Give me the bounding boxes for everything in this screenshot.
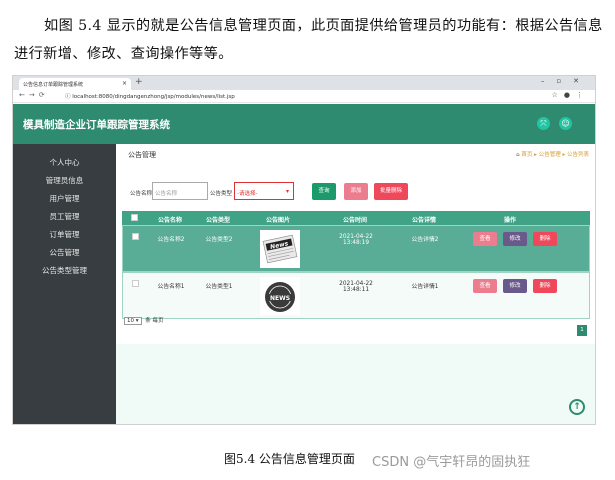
page-number-button[interactable]: 1	[577, 325, 587, 336]
type-selected: -请选择-	[237, 191, 258, 197]
browser-window: 公告信息订单跟踪管理系统 × + –▫✕ ←→⟳ ⓘ localhost:808…	[12, 75, 596, 425]
view-button[interactable]: 查看	[473, 232, 497, 246]
new-tab-icon[interactable]: +	[135, 77, 143, 87]
select-all-checkbox[interactable]	[131, 214, 138, 221]
row-checkbox[interactable]	[132, 280, 139, 287]
app-title: 模具制造企业订单跟踪管理系统	[23, 119, 170, 131]
notice-time: 2021-04-22 13:48:19	[339, 234, 373, 246]
sidebar-item-notice-types[interactable]: 公告类型管理	[13, 262, 116, 280]
figure-caption: 图5.4 公告信息管理页面	[224, 452, 355, 466]
news-badge-icon: NEWS	[260, 277, 300, 315]
watermark: CSDN @气宇轩昂的固执狂	[372, 455, 531, 470]
sidebar-item-label: 管理员信息	[45, 176, 84, 185]
batch-delete-button[interactable]: 批量删除	[374, 183, 408, 200]
close-icon[interactable]: ×	[122, 80, 127, 87]
name-placeholder: 公告名称	[155, 191, 178, 197]
name-search-input[interactable]: 公告名称	[152, 182, 208, 200]
query-button[interactable]: 查询	[312, 183, 336, 200]
type-label: 公告类型	[210, 191, 233, 197]
notice-type: 公告类型1	[205, 284, 233, 290]
sidebar: 个人中心 管理员信息 用户管理 员工管理 订单管理 公告管理 公告类型管理	[13, 144, 116, 424]
column-header: 公告详情	[411, 217, 436, 224]
table-header: 公告名称 公告类型 公告图片 公告时间 公告详情 操作	[122, 211, 590, 225]
notice-time: 2021-04-22 13:48:11	[339, 281, 373, 293]
column-header: 公告图片	[265, 217, 290, 224]
url-text: localhost:8080/dingdangenzhong/jsp/modul…	[72, 94, 235, 100]
browser-tab[interactable]: 公告信息订单跟踪管理系统 ×	[19, 78, 131, 90]
main-panel: 公告管理 ⌂ 首页 ▸ 公告管理 ▸ 公告列表 公告名称 公告名称 公告类型 -…	[116, 144, 595, 344]
sidebar-item-staff[interactable]: 员工管理	[13, 208, 116, 226]
add-button[interactable]: 添加	[344, 183, 368, 200]
fullscreen-icon[interactable]: ⤧	[537, 117, 550, 130]
home-icon[interactable]: ⌂	[516, 152, 520, 158]
notice-detail: 公告详情1	[411, 284, 439, 290]
table-row: 公告名称1 公告类型1 NEWS 2021-04-22 13:48:11 公告详…	[122, 272, 590, 319]
notice-name: 公告名称1	[157, 284, 185, 290]
page-size: 10	[127, 318, 134, 324]
edit-button[interactable]: 修改	[503, 232, 527, 246]
browser-tabbar: 公告信息订单跟踪管理系统 × + –▫✕	[13, 76, 595, 90]
sidebar-item-label: 公告类型管理	[42, 266, 87, 275]
page-size-select[interactable]: 10 ▾	[124, 317, 142, 325]
delete-button[interactable]: 删除	[533, 279, 557, 293]
column-header: 公告名称	[157, 217, 182, 224]
url-field[interactable]: ⓘ localhost:8080/dingdangenzhong/jsp/mod…	[65, 92, 235, 100]
app-header: 模具制造企业订单跟踪管理系统 ⤧ ☺	[13, 104, 595, 144]
table-row: 公告名称2 公告类型2 News 2021-04-22 13:48:19 公告详…	[122, 225, 590, 272]
edit-button[interactable]: 修改	[503, 279, 527, 293]
notice-detail: 公告详情2	[411, 237, 439, 243]
breadcrumb-home[interactable]: 首页	[521, 152, 532, 158]
news-badge-image: NEWS	[260, 277, 300, 315]
chevron-down-icon: ▾	[285, 188, 289, 195]
page-title: 公告管理	[128, 151, 156, 159]
sidebar-item-label: 员工管理	[49, 212, 80, 221]
sidebar-item-label: 公告管理	[49, 248, 80, 257]
sidebar-item-label: 个人中心	[49, 158, 80, 167]
notice-type: 公告类型2	[205, 237, 233, 243]
breadcrumb-level1[interactable]: 公告管理	[539, 152, 561, 158]
delete-button[interactable]: 删除	[533, 232, 557, 246]
sidebar-item-personal-center[interactable]: 个人中心	[13, 154, 116, 172]
back-to-top-icon[interactable]: ↑	[569, 399, 585, 415]
column-header: 操作	[503, 217, 516, 224]
news-paper-image: News	[260, 230, 300, 268]
breadcrumb-level2: 公告列表	[566, 152, 589, 158]
view-button[interactable]: 查看	[473, 279, 497, 293]
sidebar-item-users[interactable]: 用户管理	[13, 190, 116, 208]
pager: 10 ▾ 条 每页	[124, 316, 164, 325]
address-bar: ←→⟳ ⓘ localhost:8080/dingdangenzhong/jsp…	[13, 90, 595, 103]
newspaper-icon: News	[260, 230, 300, 268]
intro-text: 如图 5.4 显示的就是公告信息管理页面，此页面提供给管理员的功能有：根据公告信…	[14, 18, 603, 62]
sidebar-item-notices[interactable]: 公告管理	[13, 244, 116, 262]
sidebar-item-label: 用户管理	[49, 194, 80, 203]
notice-name: 公告名称2	[157, 237, 185, 243]
column-header: 公告类型	[205, 217, 230, 224]
document-page: 如图 5.4 显示的就是公告信息管理页面，此页面提供给管理员的功能有：根据公告信…	[0, 0, 615, 480]
window-controls[interactable]: –▫✕	[541, 77, 591, 85]
user-icon[interactable]: ☺	[559, 117, 572, 130]
per-page-label: 条 每页	[145, 318, 164, 324]
svg-text:NEWS: NEWS	[270, 295, 290, 302]
intro-paragraph: 如图 5.4 显示的就是公告信息管理页面，此页面提供给管理员的功能有：根据公告信…	[14, 12, 604, 68]
main-content: 公告管理 ⌂ 首页 ▸ 公告管理 ▸ 公告列表 公告名称 公告名称 公告类型 -…	[116, 144, 595, 424]
sidebar-item-orders[interactable]: 订单管理	[13, 226, 116, 244]
tab-title: 公告信息订单跟踪管理系统	[23, 82, 84, 88]
nav-buttons[interactable]: ←→⟳	[19, 91, 49, 99]
row-checkbox[interactable]	[132, 233, 139, 240]
notice-table: 公告名称 公告类型 公告图片 公告时间 公告详情 操作 公告名称2 公告类型2	[122, 211, 590, 319]
breadcrumb: ⌂ 首页 ▸ 公告管理 ▸ 公告列表	[516, 152, 589, 158]
sidebar-item-label: 订单管理	[49, 230, 80, 239]
name-label: 公告名称	[130, 191, 153, 197]
sidebar-item-admin-info[interactable]: 管理员信息	[13, 172, 116, 190]
column-header: 公告时间	[342, 217, 367, 224]
profile-icon[interactable]: ☆●⋮	[552, 91, 589, 99]
type-select[interactable]: -请选择- ▾	[234, 182, 294, 200]
